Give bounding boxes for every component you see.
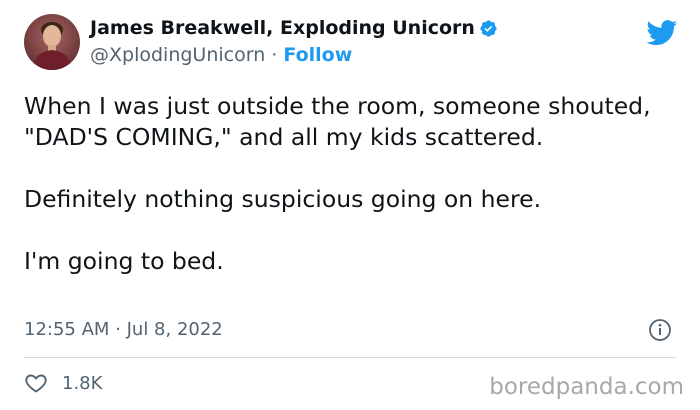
divider bbox=[24, 357, 676, 358]
tweet-timestamp[interactable]: 12:55 AM · Jul 8, 2022 bbox=[24, 319, 223, 341]
follow-button[interactable]: Follow bbox=[283, 44, 352, 66]
display-name-row: James Breakwell, Exploding Unicorn bbox=[90, 16, 498, 40]
handle[interactable]: @XplodingUnicorn bbox=[90, 44, 265, 66]
tweet-header: James Breakwell, Exploding Unicorn @Xplo… bbox=[24, 14, 498, 70]
tweet-text: When I was just outside the room, someon… bbox=[24, 92, 651, 275]
twitter-bird-icon[interactable] bbox=[646, 20, 678, 46]
watermark: boredpanda.com bbox=[489, 374, 684, 400]
author-names: James Breakwell, Exploding Unicorn @Xplo… bbox=[90, 16, 498, 68]
like-count: 1.8K bbox=[62, 372, 103, 394]
verified-badge-icon bbox=[480, 19, 497, 37]
handle-row: @XplodingUnicorn · Follow bbox=[90, 42, 498, 68]
avatar[interactable] bbox=[24, 14, 80, 70]
heart-icon bbox=[25, 374, 47, 393]
display-name[interactable]: James Breakwell, Exploding Unicorn bbox=[90, 16, 475, 40]
like-button[interactable]: 1.8K bbox=[24, 371, 102, 395]
handle-separator: · bbox=[265, 44, 284, 66]
info-icon[interactable] bbox=[648, 318, 672, 342]
tweet-card: James Breakwell, Exploding Unicorn @Xplo… bbox=[0, 0, 700, 410]
avatar-image bbox=[24, 14, 80, 70]
